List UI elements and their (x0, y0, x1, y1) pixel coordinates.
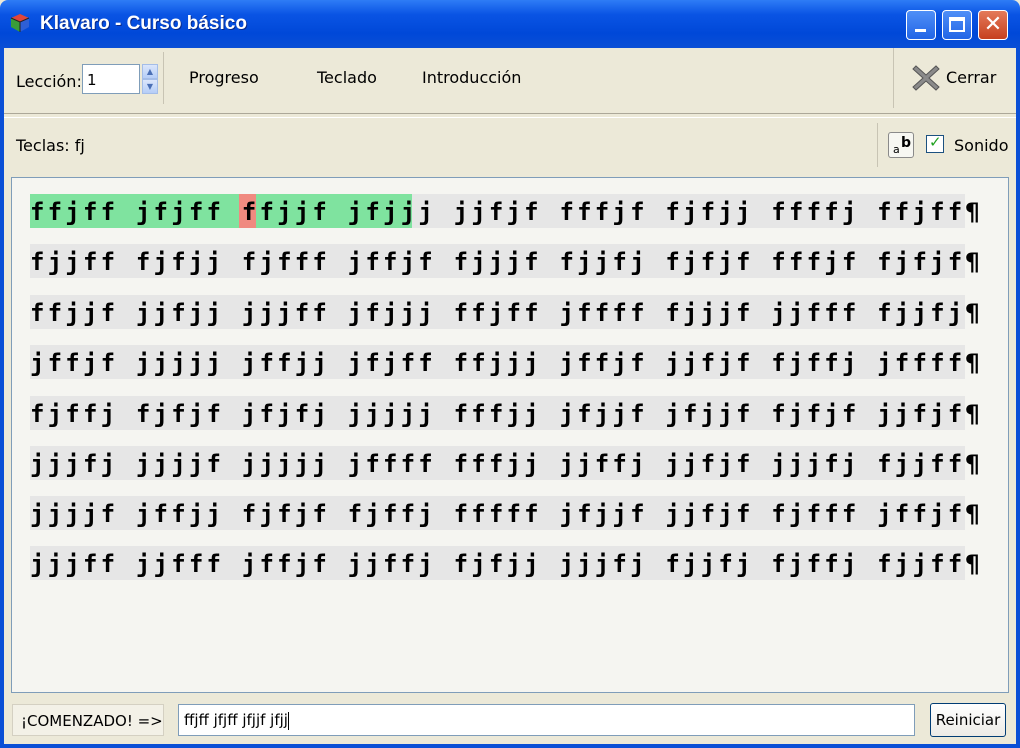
title-bar[interactable]: Klavaro - Curso básico ✕ (0, 0, 1020, 48)
lesson-group: Lección: 1 ▲ ▼ (8, 52, 164, 104)
spin-up-icon[interactable]: ▲ (142, 64, 158, 79)
exercise-line-text: jffjf jjjjj jffjj jfjff ffjjj jffjf jjfj… (30, 349, 984, 377)
keys-bar-options: a b ✓ Sonido (877, 123, 1014, 167)
exercise-line: fjjff fjfjj fjfff jffjf fjjjf fjjfj fjfj… (30, 244, 980, 278)
typing-input[interactable]: ffjff jfjff jfjjf jfjj (178, 704, 915, 736)
font-toggle-button[interactable]: a b (888, 132, 914, 158)
sound-checkbox[interactable]: ✓ (926, 133, 944, 153)
separator (4, 113, 1016, 118)
minimize-button[interactable] (906, 10, 936, 40)
exercise-line: ffjjf jjfjj jjjff jfjjj ffjff jffff fjjj… (30, 295, 980, 329)
restart-button[interactable]: Reiniciar (930, 703, 1006, 737)
cerrar-label: Cerrar (946, 68, 997, 87)
exercise-line: jjjjf jffjj fjfjf fjffj fffff jfjjf jjfj… (30, 496, 980, 530)
close-icon: ✕ (983, 12, 1003, 37)
window-border-left (0, 48, 4, 748)
window-title: Klavaro - Curso básico (40, 13, 247, 34)
exercise-line-text: jjjfj jjjjf jjjjj jffff fffjj jjffj jjfj… (30, 450, 984, 478)
cerrar-button[interactable]: Cerrar (893, 48, 1016, 108)
lesson-label: Lección: (16, 72, 82, 91)
close-x-icon (912, 65, 940, 91)
minimize-icon (915, 29, 926, 32)
exercise-line-text: fjffj fjfjf jfjfj jjjjj fffjj jfjjf jfjj… (30, 400, 984, 428)
maximize-button[interactable] (942, 10, 972, 40)
exercise-line: jjjfj jjjjf jjjjj jffff fffjj jjffj jjfj… (30, 446, 980, 480)
keyboard-button[interactable]: Teclado (317, 68, 377, 87)
text-caret (287, 711, 289, 730)
introduction-button[interactable]: Introducción (422, 68, 521, 87)
status-label: ¡COMENZADO! => (12, 704, 164, 736)
exercise-line: jffjf jjjjj jffjj jfjff ffjjj jffjf jjfj… (30, 345, 980, 379)
maximize-icon (949, 17, 965, 32)
exercise-line-text: fjjff fjfjj fjfff jffjf fjjjf fjjfj fjfj… (30, 248, 984, 276)
lesson-spin-input[interactable]: 1 (82, 64, 140, 94)
exercise-line: jjjff jjfff jffjf jjffj fjfjj jjjfj fjjf… (30, 546, 980, 580)
klavaro-cube-icon (10, 14, 30, 32)
exercise-line-text: ffjff jfjff ffjjf jfjjj jjfjf fffjf fjfj… (30, 198, 984, 226)
keys-label: Teclas: fj (16, 136, 85, 155)
exercise-line-text: ffjjf jjfjj jjjff jfjjj ffjff jffff fjjj… (30, 299, 984, 327)
sound-label[interactable]: Sonido (954, 136, 1008, 155)
exercise-line: fjffj fjfjf jfjfj jjjjj fffjj jfjjf jfjj… (30, 396, 980, 430)
checkmark-icon: ✓ (929, 133, 942, 151)
exercise-line-text: jjjjf jffjj fjfjf fjffj fffff jfjjf jjfj… (30, 500, 984, 528)
spin-down-icon[interactable]: ▼ (142, 79, 158, 94)
window-border-bottom (0, 744, 1020, 748)
exercise-text-area: ffjff jfjff ffjjf jfjjj jjfjf fffjf fjfj… (11, 177, 1009, 693)
font-b-icon: b (901, 135, 912, 151)
lesson-spin-buttons: ▲ ▼ (142, 64, 158, 94)
progress-button[interactable]: Progreso (189, 68, 259, 87)
close-window-button[interactable]: ✕ (978, 10, 1008, 40)
font-a-icon: a (893, 143, 900, 156)
exercise-line: ffjff jfjff ffjjf jfjjj jjfjf fffjf fjfj… (30, 194, 980, 228)
status-bar: ¡COMENZADO! => ffjff jfjff jfjjf jfjj Re… (4, 700, 1016, 742)
exercise-line-text: jjjff jjfff jffjf jjffj fjfjj jjjfj fjjf… (30, 550, 984, 578)
keys-bar: Teclas: fj a b ✓ Sonido (6, 123, 1014, 167)
toolbar: Lección: 1 ▲ ▼ Progreso Teclado Introduc… (4, 48, 1016, 108)
klavaro-window: Klavaro - Curso básico ✕ Lección: 1 ▲ ▼ … (0, 0, 1020, 748)
window-border-right (1016, 48, 1020, 748)
typed-text: ffjff jfjff jfjjf jfjj (184, 711, 288, 729)
